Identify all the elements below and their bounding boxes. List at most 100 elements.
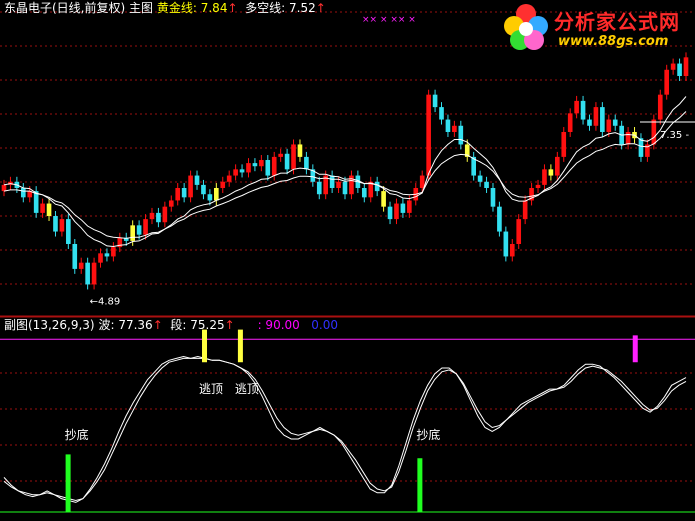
- candle-body: [188, 175, 193, 198]
- candle-body: [683, 57, 689, 76]
- candle-body: [20, 188, 26, 198]
- site-logo: 分析家公式网 www.88gs.com: [498, 2, 693, 54]
- candle-body: [278, 153, 283, 157]
- candle-body: [593, 107, 599, 126]
- candle-body: [207, 194, 213, 201]
- candle-body: [284, 153, 290, 170]
- candle-body: [600, 107, 605, 132]
- candle-body: [657, 94, 663, 120]
- candle-body: [561, 132, 567, 157]
- candle-body: [66, 219, 71, 244]
- candle-body: [220, 181, 226, 188]
- long-short-value: 7.52: [289, 1, 316, 15]
- segment-label: 段:: [170, 318, 187, 332]
- candle-body: [664, 69, 670, 95]
- candle-body: [252, 163, 258, 167]
- candle-body: [387, 206, 393, 220]
- candle-body: [214, 188, 219, 201]
- top-signal-bar: [632, 335, 638, 363]
- candle-body: [181, 188, 187, 198]
- candle-body: [458, 125, 464, 145]
- candle-body: [265, 160, 271, 176]
- candle-body: [72, 244, 78, 269]
- top-signal-label: 逃顶: [199, 382, 223, 396]
- candle-body: [381, 191, 386, 207]
- candle-body: [394, 203, 399, 220]
- candle-body: [291, 144, 296, 170]
- candle-body: [522, 200, 528, 220]
- candle-body: [91, 262, 97, 285]
- candle-body: [452, 125, 457, 132]
- flower-logo-icon: [504, 4, 548, 50]
- candle-body: [638, 138, 644, 157]
- candle-body: [40, 203, 45, 213]
- sub-header: 副图(13,26,9,3) 波: 77.36↑ 段: 75.25↑ : 90.0…: [4, 318, 338, 332]
- bottom-signal-label: 抄底: [416, 427, 440, 442]
- wave-label: 波:: [98, 318, 115, 332]
- candle-body: [574, 100, 579, 114]
- candle-body: [503, 231, 509, 257]
- candle-body: [259, 160, 264, 167]
- candle-body: [374, 181, 380, 192]
- candle-body: [329, 175, 335, 188]
- candle-body: [98, 253, 103, 263]
- candle-body: [168, 200, 174, 207]
- candle-body: [59, 219, 65, 232]
- candle-body: [111, 247, 116, 257]
- candle-body: [677, 63, 682, 76]
- logo-url: www.88gs.com: [558, 34, 669, 49]
- candle-body: [336, 181, 341, 188]
- segment-line: [3, 357, 687, 502]
- candle-body: [239, 169, 245, 173]
- candle-body: [361, 188, 367, 198]
- top-signal-label: 逃顶: [235, 382, 259, 396]
- low-price-label: ←4.89: [90, 296, 121, 307]
- main-chart[interactable]: ←4.89 7.35 - ×× × ×× × 抄底 逃顶 逃顶抄底: [0, 0, 695, 521]
- candle-body: [477, 175, 483, 182]
- bottom-signal-label: 抄底: [65, 427, 89, 442]
- zero-value: 0.00: [311, 318, 338, 332]
- gold-line-value: 7.84: [200, 1, 228, 15]
- candle-body: [149, 212, 155, 220]
- candle-body: [271, 156, 277, 176]
- candle-body: [130, 225, 135, 241]
- gold-line-label: 黄金线:: [156, 1, 197, 15]
- candle-body: [194, 175, 200, 185]
- candle-body: [587, 119, 592, 126]
- candle-body: [509, 244, 515, 257]
- candle-body: [156, 212, 161, 223]
- candle-body: [612, 119, 618, 126]
- segment-value: 75.25: [190, 318, 225, 332]
- bottom-signal-bar: [417, 458, 423, 512]
- candle-body: [484, 181, 489, 188]
- main-header: 东晶电子(日线,前复权) 主图 黄金线: 7.84↑ 多空线: 7.52↑: [4, 1, 326, 15]
- candle-body: [432, 94, 438, 108]
- candle-body: [419, 175, 425, 188]
- candle-body: [78, 262, 84, 269]
- candle-body: [542, 169, 547, 185]
- candle-body: [201, 184, 206, 195]
- top-marks: ×× × ×× ×: [362, 15, 416, 25]
- panel-label: 主图: [129, 1, 154, 15]
- candle-body: [426, 94, 431, 176]
- candle-body: [555, 156, 560, 176]
- candle-body: [53, 216, 58, 232]
- candle-body: [400, 203, 406, 213]
- candle-body: [548, 169, 554, 176]
- candle-body: [580, 100, 586, 120]
- candle-body: [439, 107, 444, 120]
- long-short-line: [3, 111, 687, 239]
- up-arrow-icon: ↑: [152, 318, 163, 332]
- candle-body: [342, 181, 348, 195]
- candle-body: [490, 188, 496, 207]
- top-signal-bar: [237, 329, 243, 363]
- candle-body: [316, 181, 322, 195]
- candle-body: [143, 219, 148, 235]
- logo-title: 分析家公式网: [554, 10, 680, 34]
- top-signal-bar: [202, 329, 208, 363]
- candle-body: [497, 206, 502, 232]
- level-value: : 90.00: [257, 318, 300, 332]
- candle-body: [625, 132, 631, 145]
- candle-body: [606, 119, 612, 132]
- candle-body: [246, 163, 251, 173]
